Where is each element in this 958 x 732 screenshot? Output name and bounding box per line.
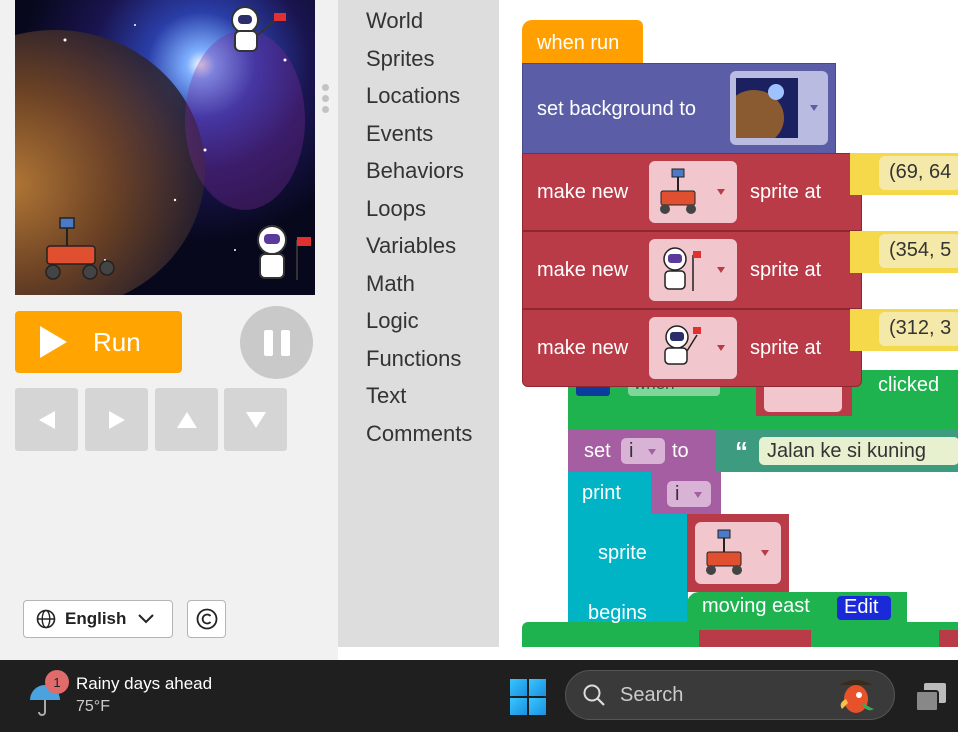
parrot-pirate-icon: [840, 680, 874, 713]
category-loops[interactable]: Loops: [366, 196, 426, 222]
variable-dropdown[interactable]: i: [621, 438, 665, 464]
taskbar-search[interactable]: Search: [565, 670, 895, 720]
rover-icon: [706, 529, 742, 575]
edit-behavior-button[interactable]: Edit: [837, 596, 891, 620]
caret-down-icon: [761, 550, 769, 556]
category-locations[interactable]: Locations: [366, 83, 460, 109]
run-button-label: Run: [93, 326, 141, 357]
left-arrow-button[interactable]: [15, 388, 78, 451]
down-arrow-button[interactable]: [224, 388, 287, 451]
pause-button[interactable]: [240, 306, 313, 379]
rover-icon: [660, 168, 696, 214]
variable-dropdown[interactable]: i: [667, 481, 711, 507]
text-block[interactable]: “ Jalan ke si kuning: [715, 430, 958, 472]
panel-resize-handle[interactable]: [322, 84, 330, 118]
right-arrow-button[interactable]: [85, 388, 148, 451]
caret-down-icon: [810, 105, 818, 111]
make-new-sprite-block-2[interactable]: make new sprite at: [522, 231, 862, 309]
up-arrow-button[interactable]: [155, 388, 218, 451]
category-functions[interactable]: Functions: [366, 346, 461, 372]
caret-down-icon: [717, 189, 725, 195]
behavior-block[interactable]: moving east Edit: [687, 592, 907, 622]
astronaut-sprite-dropdown[interactable]: [649, 239, 737, 301]
caret-down-icon: [717, 345, 725, 351]
space-background: [15, 0, 315, 295]
begins-label: begins: [588, 602, 647, 624]
set-label: set: [584, 440, 611, 462]
astronaut-icon: [664, 325, 701, 365]
make-new-sprite-block-3[interactable]: make new sprite at: [522, 309, 862, 387]
arrow-left-icon: [38, 410, 55, 429]
clicked-label: clicked: [878, 374, 940, 396]
copyright-button[interactable]: [187, 600, 226, 638]
astronaut-icon: [663, 247, 701, 291]
copyright-icon: [196, 608, 217, 630]
sprite-at-label: sprite at: [750, 259, 822, 281]
make-new-sprite-block-1[interactable]: make new sprite at: [522, 153, 862, 231]
sprite-at-label: sprite at: [750, 337, 822, 359]
coordinate-value-2[interactable]: (354, 5: [879, 234, 958, 268]
game-stage[interactable]: [15, 0, 315, 295]
run-button[interactable]: Run: [15, 311, 182, 373]
set-background-block[interactable]: set background to: [522, 63, 836, 155]
when-run-label: when run: [537, 32, 620, 54]
sprite-selector-block[interactable]: [687, 514, 789, 592]
notification-badge: 1: [45, 670, 69, 694]
make-new-label: make new: [537, 337, 629, 359]
behavior-name: moving east: [702, 595, 810, 617]
play-icon: [40, 326, 67, 358]
language-select[interactable]: English: [23, 600, 173, 638]
category-behaviors[interactable]: Behaviors: [366, 158, 464, 184]
string-value[interactable]: Jalan ke si kuning: [767, 440, 926, 463]
category-sprites[interactable]: Sprites: [366, 46, 434, 72]
caret-down-icon: [648, 449, 656, 455]
weather-temperature: 75°F: [76, 698, 110, 715]
block-toolbox: World Sprites Locations Events Behaviors…: [338, 0, 499, 647]
when-run-block[interactable]: when run: [522, 20, 643, 66]
flying-astronaut-sprite-dropdown[interactable]: [649, 317, 737, 379]
weather-title[interactable]: Rainy days ahead: [76, 674, 212, 694]
arrow-up-icon: [176, 411, 197, 428]
category-math[interactable]: Math: [366, 271, 415, 297]
app-root: Run English World Sprites Locations Even…: [0, 0, 958, 732]
search-icon: [583, 684, 605, 706]
category-comments[interactable]: Comments: [366, 421, 472, 447]
category-world[interactable]: World: [366, 8, 423, 34]
category-text[interactable]: Text: [366, 383, 406, 409]
caret-down-icon: [717, 267, 725, 273]
rover-sprite-dropdown[interactable]: [695, 522, 781, 584]
background-image-dropdown[interactable]: [730, 71, 828, 145]
stage-panel: Run English: [0, 0, 338, 660]
category-logic[interactable]: Logic: [366, 308, 419, 334]
coordinate-value-3[interactable]: (312, 3: [879, 312, 958, 346]
quote-icon: “: [735, 436, 748, 466]
pause-icon: [263, 329, 273, 356]
search-placeholder: Search: [620, 683, 684, 706]
arrow-down-icon: [245, 411, 266, 428]
coordinate-value-1[interactable]: (69, 64: [879, 156, 958, 190]
rover-sprite-dropdown[interactable]: [649, 161, 737, 223]
to-label: to: [672, 440, 689, 462]
sprite-begins-block[interactable]: sprite begins: [568, 514, 688, 624]
space-thumbnail: [736, 78, 798, 138]
make-new-label: make new: [537, 181, 629, 203]
sprite-block-fragment: [699, 630, 811, 647]
sprite-at-label: sprite at: [750, 181, 822, 203]
category-variables[interactable]: Variables: [366, 233, 456, 259]
category-events[interactable]: Events: [366, 121, 433, 147]
block-workspace[interactable]: when clicked when run set background to: [499, 0, 958, 647]
variable-getter-block[interactable]: i: [651, 472, 721, 514]
print-label: print: [582, 482, 621, 504]
task-view-icon[interactable]: [912, 679, 950, 715]
make-new-label: make new: [537, 259, 629, 281]
sprite-label: sprite: [598, 542, 647, 564]
caret-down-icon: [694, 492, 702, 498]
globe-icon: [36, 609, 56, 629]
chevron-down-icon: [138, 614, 155, 624]
language-label: English: [65, 609, 127, 628]
set-background-label: set background to: [537, 98, 696, 120]
windows-logo-icon: [510, 679, 527, 696]
start-button[interactable]: [510, 679, 546, 715]
arrow-right-icon: [108, 410, 125, 429]
